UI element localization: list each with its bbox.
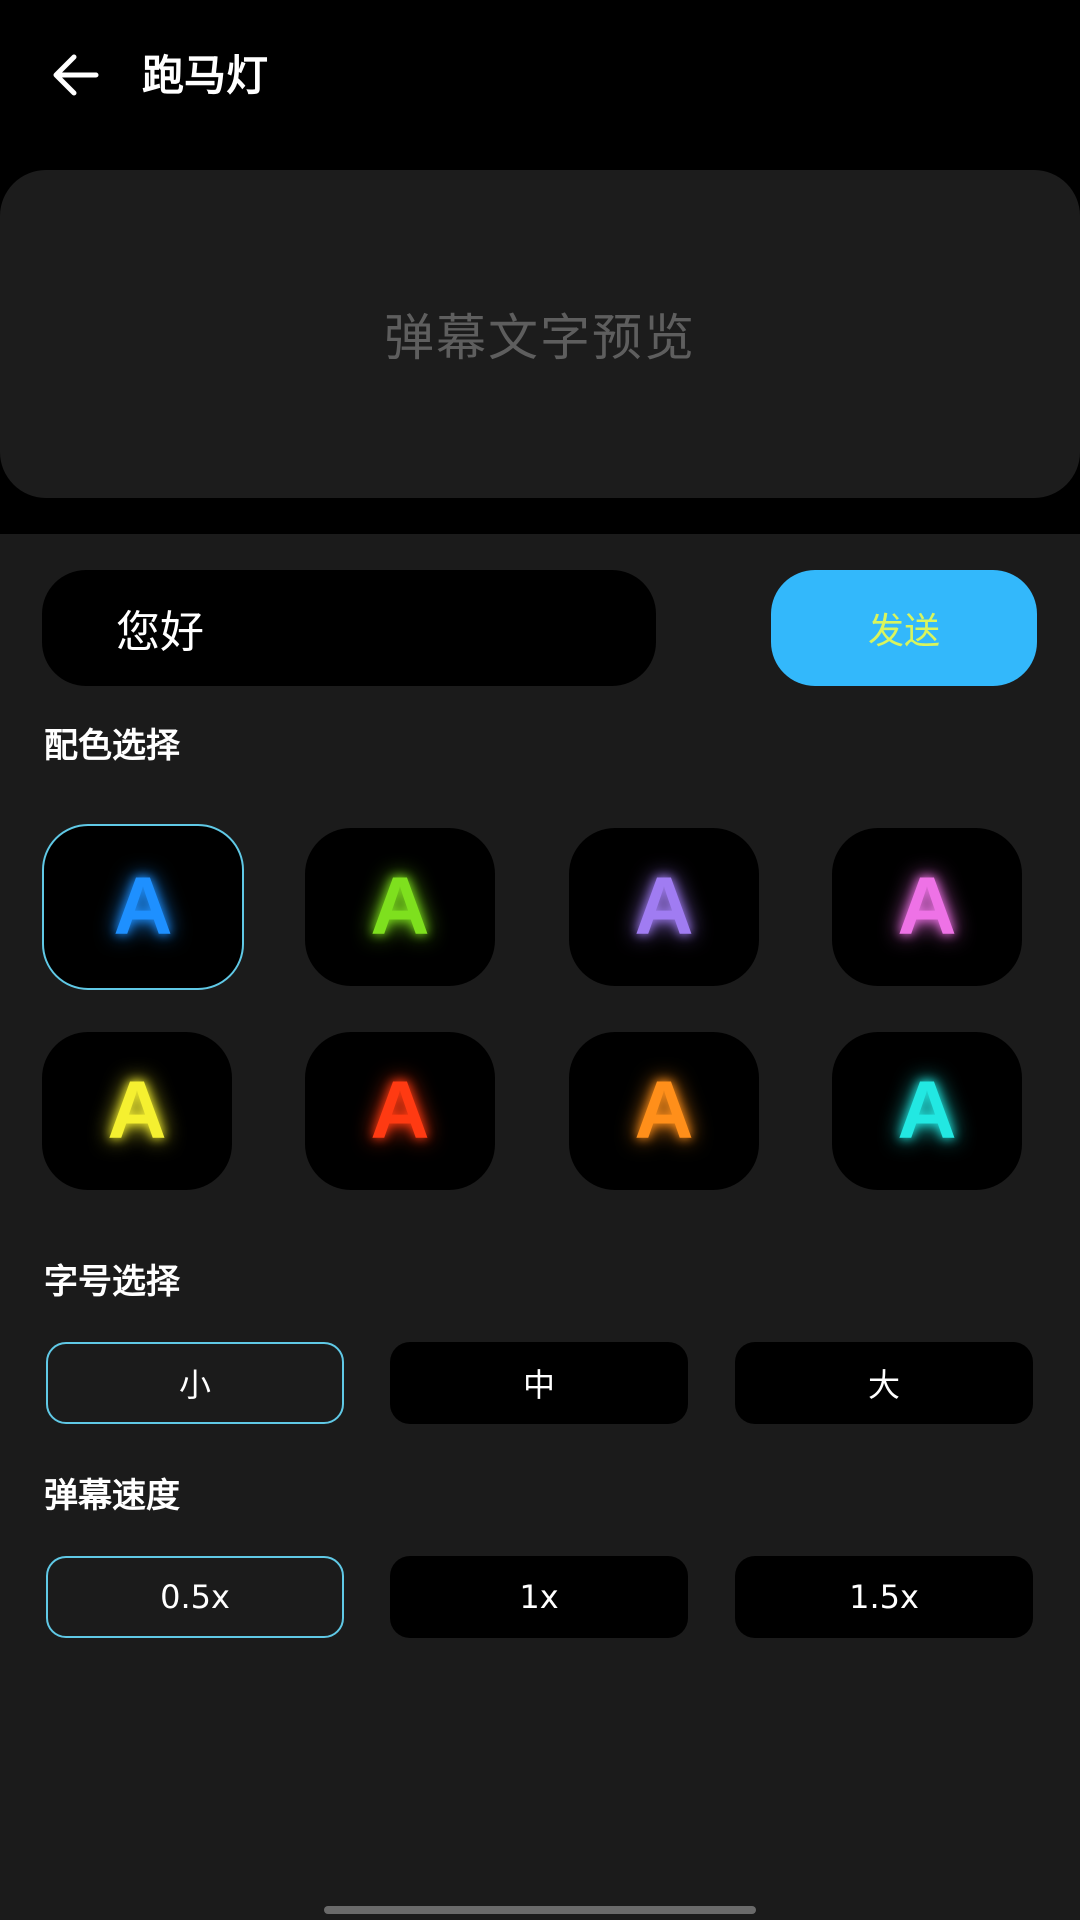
font-size-option[interactable]: 中 <box>390 1342 688 1424</box>
color-swatch[interactable]: A <box>305 1032 495 1190</box>
speed-section-label: 弹幕速度 <box>44 1476 180 1516</box>
preview-area: 弹幕文字预览 <box>0 170 1080 498</box>
swatch-letter: A <box>897 1065 957 1156</box>
send-button[interactable]: 发送 <box>771 570 1037 686</box>
settings-panel: 发送 配色选择 A A A A A A A A 字号选择 小中大 弹幕速度 0.5x 1x 1.5… <box>0 534 1080 1920</box>
swatch-letter: A <box>370 1065 430 1156</box>
color-swatch[interactable]: A <box>569 828 759 986</box>
color-swatch[interactable]: A <box>42 824 244 990</box>
arrow-left-icon <box>53 54 99 96</box>
page-title: 跑马灯 <box>142 51 269 100</box>
home-indicator[interactable] <box>324 1906 756 1914</box>
swatch-letter: A <box>370 861 430 952</box>
color-swatch[interactable]: A <box>305 828 495 986</box>
app-header: 跑马灯 <box>0 0 1080 160</box>
message-input[interactable] <box>42 570 656 686</box>
swatch-letter: A <box>634 861 694 952</box>
swatch-letter: A <box>107 1065 167 1156</box>
swatch-letter: A <box>897 861 957 952</box>
preview-text: 弹幕文字预览 <box>384 309 696 367</box>
swatch-letter: A <box>113 861 173 952</box>
font-size-option[interactable]: 小 <box>46 1342 344 1424</box>
color-swatch[interactable]: A <box>569 1032 759 1190</box>
back-button[interactable] <box>40 40 110 110</box>
color-section-label: 配色选择 <box>44 726 180 766</box>
font-size-option[interactable]: 大 <box>735 1342 1033 1424</box>
color-swatch[interactable]: A <box>832 828 1022 986</box>
font-size-section-label: 字号选择 <box>44 1262 180 1302</box>
speed-option[interactable]: 1x <box>390 1556 688 1638</box>
speed-option[interactable]: 1.5x <box>735 1556 1033 1638</box>
swatch-letter: A <box>634 1065 694 1156</box>
color-swatch[interactable]: A <box>42 1032 232 1190</box>
speed-option[interactable]: 0.5x <box>46 1556 344 1638</box>
color-swatch[interactable]: A <box>832 1032 1022 1190</box>
